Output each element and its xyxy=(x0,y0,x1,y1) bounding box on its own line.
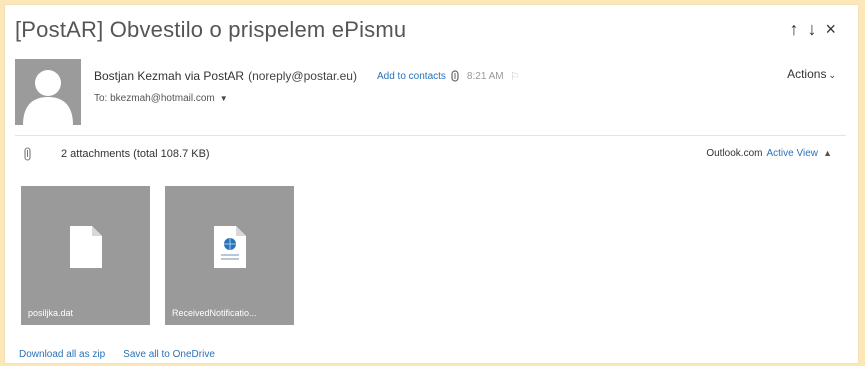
recipient-expand-caret-icon[interactable]: ▼ xyxy=(220,94,228,103)
attachments-bar: 2 attachments (total 108.7 KB) Outlook.c… xyxy=(19,145,846,165)
sender-line: Bostjan Kezmah via PostAR (noreply@posta… xyxy=(94,69,520,83)
recipient-line: To: bkezmah@hotmail.com ▼ xyxy=(94,93,228,104)
previous-message-arrow-icon[interactable]: ↑ xyxy=(789,19,798,39)
web-document-icon xyxy=(214,226,246,268)
active-view-toggle: Outlook.com Active View xyxy=(706,148,818,159)
recipient-address: To: bkezmah@hotmail.com xyxy=(94,93,215,104)
collapse-attachments-icon[interactable]: ▲ xyxy=(823,148,832,158)
attachments-summary: 2 attachments (total 108.7 KB) xyxy=(61,148,210,160)
blank-document-icon xyxy=(70,226,102,268)
attachment-tile[interactable]: posiljka.dat xyxy=(21,186,150,325)
outlook-com-label: Outlook.com xyxy=(706,148,763,159)
close-message-icon[interactable]: × xyxy=(825,19,836,39)
header-divider xyxy=(15,135,846,136)
attachment-actions: Download all as zip Save all to OneDrive xyxy=(19,349,215,360)
add-to-contacts-link[interactable]: Add to contacts xyxy=(377,71,446,82)
active-view-link[interactable]: Active View xyxy=(766,148,818,159)
message-reading-pane: [PostAR] Obvestilo o prispelem ePismu ↑ … xyxy=(4,4,859,364)
paperclip-icon xyxy=(24,147,31,161)
sender-avatar xyxy=(15,59,81,125)
message-time: 8:21 AM xyxy=(466,70,504,82)
flag-icon[interactable]: ⚐ xyxy=(510,70,520,83)
chevron-down-icon: ⌄ xyxy=(828,70,836,80)
attachment-filename: posiljka.dat xyxy=(28,308,74,318)
download-all-zip-link[interactable]: Download all as zip xyxy=(19,349,105,360)
save-all-onedrive-link[interactable]: Save all to OneDrive xyxy=(123,349,215,360)
attachment-indicator-icon xyxy=(451,69,459,82)
actions-menu[interactable]: Actions ⌄ xyxy=(787,67,836,81)
message-navigation: ↑ ↓ × xyxy=(789,19,836,39)
attachment-tile[interactable]: ReceivedNotificatio... xyxy=(165,186,294,325)
sender-email: (noreply@postar.eu) xyxy=(248,69,357,83)
message-subject: [PostAR] Obvestilo o prispelem ePismu xyxy=(15,17,407,42)
person-silhouette-icon xyxy=(23,70,73,125)
next-message-arrow-icon[interactable]: ↓ xyxy=(807,19,816,39)
sender-name: Bostjan Kezmah via PostAR xyxy=(94,69,245,83)
attachment-filename: ReceivedNotificatio... xyxy=(172,308,257,318)
actions-label: Actions xyxy=(787,67,827,81)
